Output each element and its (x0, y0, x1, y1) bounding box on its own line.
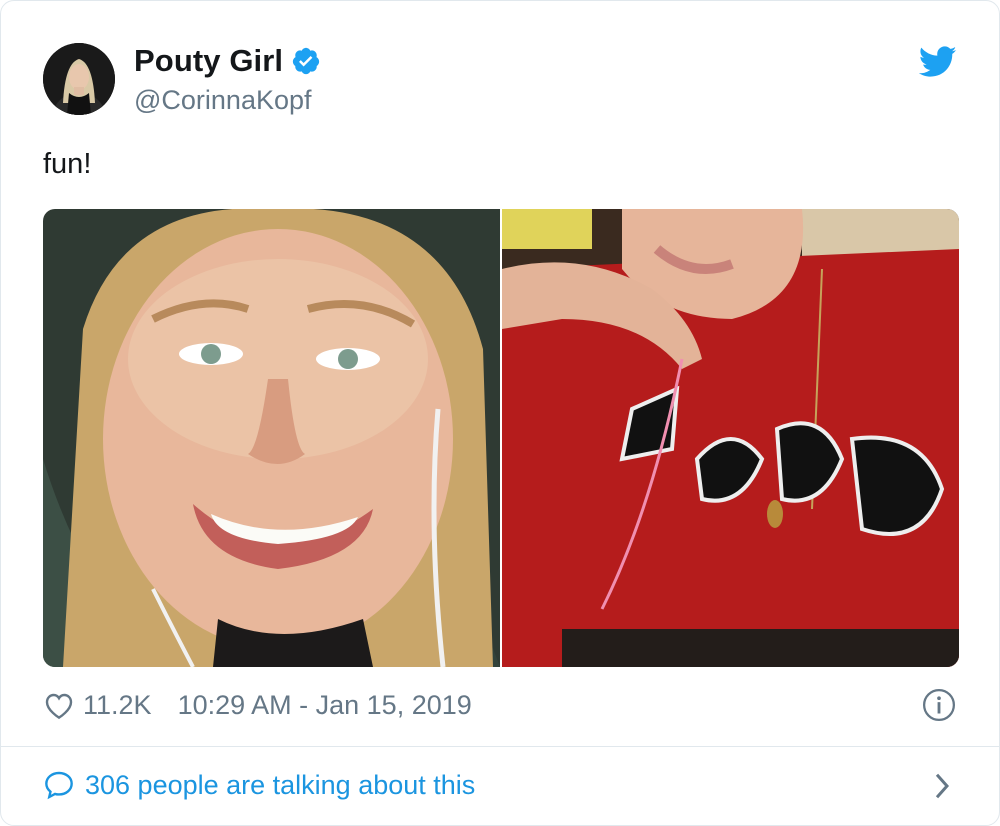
divider (1, 746, 999, 747)
tweet-card[interactable]: Pouty Girl @CorinnaKopf fun! 11.2K 10:29… (0, 0, 1000, 826)
tweet-timestamp[interactable]: 10:29 AM - Jan 15, 2019 (178, 690, 472, 721)
conversation-label[interactable]: 306 people are talking about this (85, 770, 475, 801)
author-handle[interactable]: @CorinnaKopf (134, 85, 312, 116)
author-display-name[interactable]: Pouty Girl (134, 43, 283, 79)
verified-badge-icon (293, 47, 320, 75)
info-icon[interactable] (922, 688, 956, 722)
tweet-media[interactable] (43, 209, 959, 667)
chevron-right-icon[interactable] (931, 771, 953, 801)
photo-right[interactable] (502, 209, 959, 667)
conversation-link[interactable]: 306 people are talking about this (43, 767, 475, 803)
like-count[interactable]: 11.2K (83, 690, 152, 721)
tweet-text: fun! (43, 148, 92, 180)
avatar[interactable] (43, 43, 115, 115)
speech-bubble-icon (45, 771, 73, 800)
twitter-bird-icon[interactable] (919, 45, 957, 79)
photo-left[interactable] (43, 209, 500, 667)
heart-icon[interactable] (43, 690, 75, 720)
